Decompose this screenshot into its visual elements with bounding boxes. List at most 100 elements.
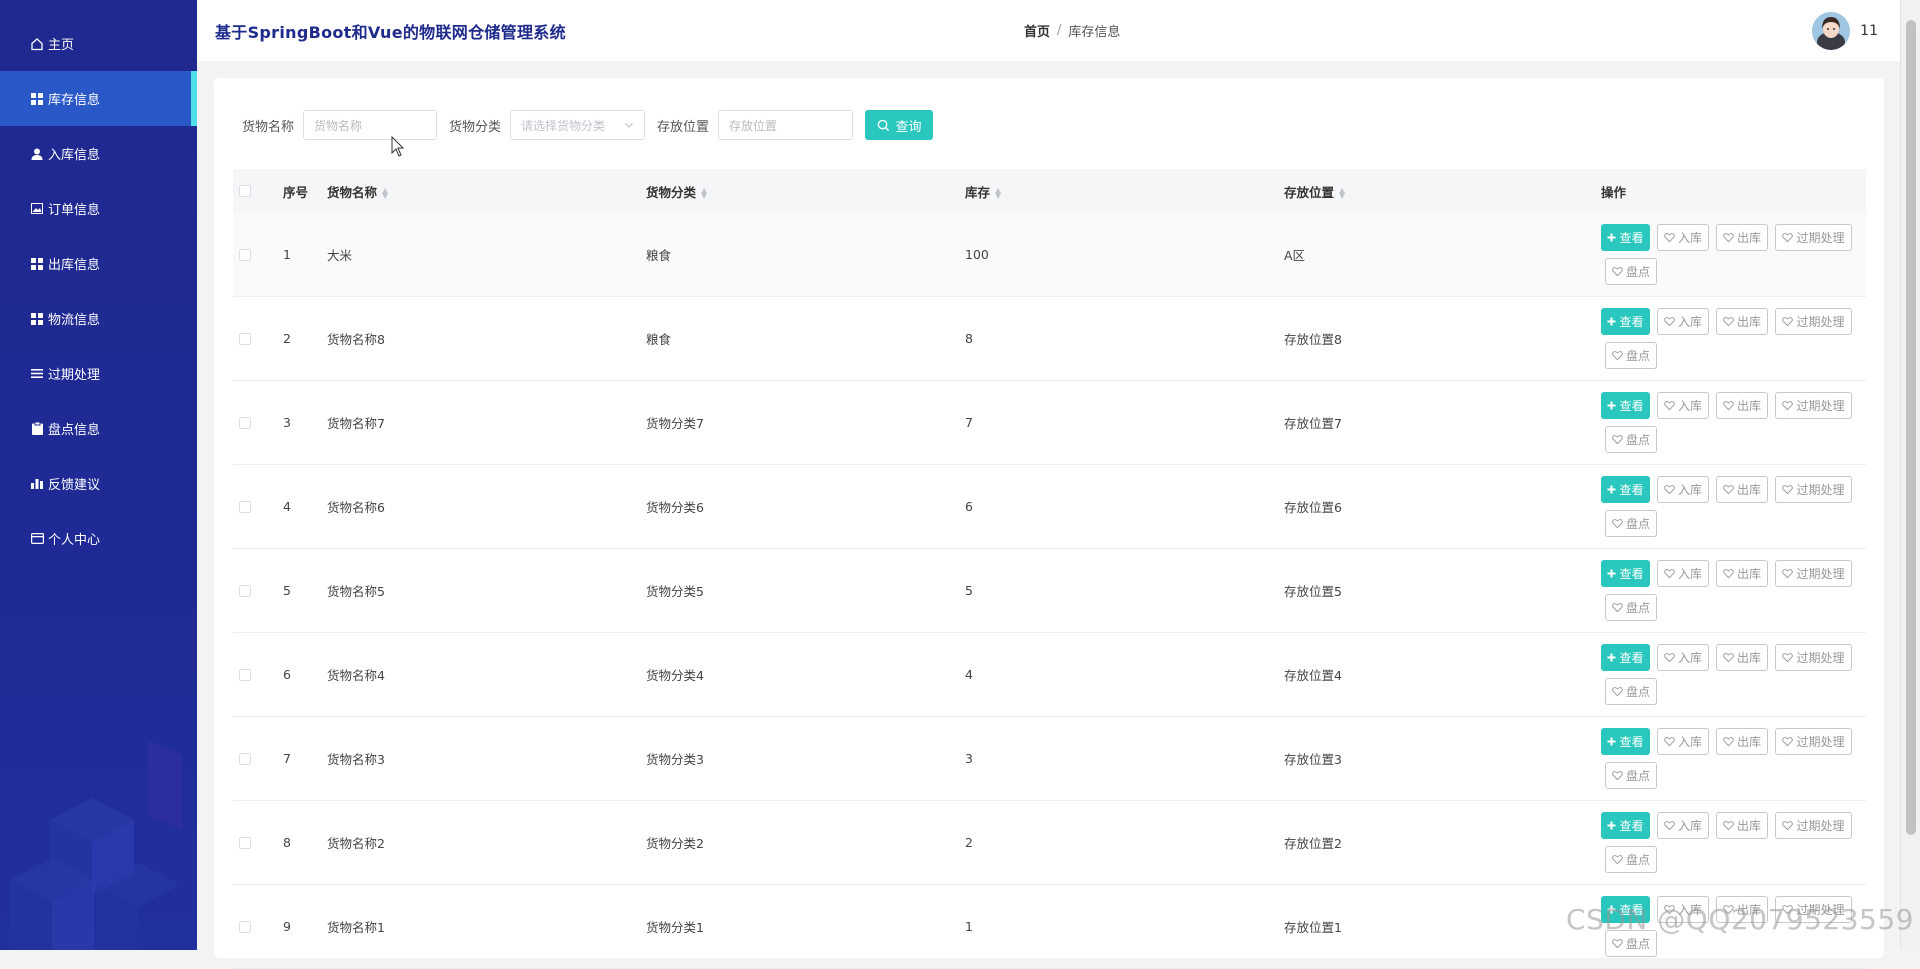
stock-in-button[interactable]: 入库 [1657,560,1709,587]
view-button[interactable]: 查看 [1601,812,1650,839]
header-name[interactable]: 货物名称▲▼ [327,182,646,201]
query-button[interactable]: 查询 [865,110,933,140]
view-button[interactable]: 查看 [1601,644,1650,671]
sort-icon[interactable]: ▲▼ [1339,188,1345,198]
user-menu[interactable]: 11 [1812,12,1878,50]
stock-out-button[interactable]: 出库 [1716,224,1768,251]
stock-in-button[interactable]: 入库 [1657,476,1709,503]
inventory-button[interactable]: 盘点 [1605,846,1657,873]
cell-index: 9 [283,919,327,934]
expire-button[interactable]: 过期处理 [1775,560,1852,587]
username[interactable]: 11 [1860,23,1878,39]
heart-icon [1612,770,1623,781]
sort-icon[interactable]: ▲▼ [382,188,388,198]
stock-out-button[interactable]: 出库 [1716,560,1768,587]
heart-icon [1664,568,1675,579]
name-input[interactable]: 货物名称 [303,110,437,140]
sidebar-item-3[interactable]: 订单信息 [0,181,197,236]
row-checkbox[interactable] [239,333,251,345]
row-checkbox[interactable] [239,417,251,429]
stock-out-button[interactable]: 出库 [1716,644,1768,671]
sidebar-item-0[interactable]: 主页 [0,16,197,71]
sidebar-item-8[interactable]: 反馈建议 [0,456,197,511]
view-button[interactable]: 查看 [1601,224,1650,251]
view-button[interactable]: 查看 [1601,476,1650,503]
inventory-button[interactable]: 盘点 [1605,510,1657,537]
inventory-table: 序号 货物名称▲▼ 货物分类▲▼ 库存▲▼ 存放位置▲▼ 操作 1大米粮食100… [233,169,1866,969]
view-button[interactable]: 查看 [1601,392,1650,419]
row-checkbox[interactable] [239,585,251,597]
sidebar-item-label: 反馈建议 [48,474,100,493]
sidebar-item-label: 物流信息 [48,309,100,328]
cell-index: 8 [283,835,327,850]
stock-in-button[interactable]: 入库 [1657,224,1709,251]
sidebar-item-1[interactable]: 库存信息 [0,71,197,126]
expire-button[interactable]: 过期处理 [1775,644,1852,671]
sidebar-menu: 主页库存信息入库信息订单信息出库信息物流信息过期处理盘点信息反馈建议个人中心 [0,16,197,566]
row-checkbox[interactable] [239,837,251,849]
sidebar-item-5[interactable]: 物流信息 [0,291,197,346]
inventory-button[interactable]: 盘点 [1605,258,1657,285]
expire-button[interactable]: 过期处理 [1775,392,1852,419]
inventory-button[interactable]: 盘点 [1605,594,1657,621]
view-button[interactable]: 查看 [1601,308,1650,335]
cell-index: 4 [283,499,327,514]
inventory-button[interactable]: 盘点 [1605,762,1657,789]
sort-icon[interactable]: ▲▼ [995,188,1001,198]
inventory-button[interactable]: 盘点 [1605,426,1657,453]
header-category[interactable]: 货物分类▲▼ [646,182,965,201]
avatar[interactable] [1812,12,1850,50]
stock-in-button[interactable]: 入库 [1657,812,1709,839]
cell-stock: 100 [965,247,1284,262]
row-checkbox[interactable] [239,921,251,933]
page-scrollbar[interactable] [1900,0,1920,950]
stock-out-button[interactable]: 出库 [1716,392,1768,419]
row-checkbox[interactable] [239,669,251,681]
sidebar-item-2[interactable]: 入库信息 [0,126,197,181]
sort-icon[interactable]: ▲▼ [701,188,707,198]
row-checkbox[interactable] [239,753,251,765]
cell-name: 货物名称2 [327,833,646,852]
cell-index: 5 [283,583,327,598]
stock-out-button[interactable]: 出库 [1716,476,1768,503]
card-icon [29,531,45,547]
location-input[interactable]: 存放位置 [718,110,853,140]
stock-in-button[interactable]: 入库 [1657,728,1709,755]
table-row: 3货物名称7货物分类77存放位置7查看入库出库过期处理盘点 [233,381,1866,465]
row-actions: 查看入库出库过期处理盘点 [1601,392,1866,453]
stock-in-button[interactable]: 入库 [1657,644,1709,671]
view-button[interactable]: 查看 [1601,560,1650,587]
category-select[interactable]: 请选择货物分类 [510,110,645,140]
stock-in-button[interactable]: 入库 [1657,308,1709,335]
sidebar-item-7[interactable]: 盘点信息 [0,401,197,456]
header-location[interactable]: 存放位置▲▼ [1284,182,1601,201]
heart-icon [1664,652,1675,663]
view-button[interactable]: 查看 [1601,728,1650,755]
breadcrumb-home[interactable]: 首页 [1024,21,1050,40]
scrollbar-thumb[interactable] [1906,20,1916,835]
cell-location: 存放位置1 [1284,917,1601,936]
cell-stock: 1 [965,919,1284,934]
sidebar-item-9[interactable]: 个人中心 [0,511,197,566]
stock-out-button[interactable]: 出库 [1716,812,1768,839]
inventory-button[interactable]: 盘点 [1605,342,1657,369]
cell-category: 货物分类6 [646,497,965,516]
expire-button[interactable]: 过期处理 [1775,476,1852,503]
row-checkbox[interactable] [239,501,251,513]
inventory-button[interactable]: 盘点 [1605,678,1657,705]
stock-out-button[interactable]: 出库 [1716,308,1768,335]
expire-button[interactable]: 过期处理 [1775,812,1852,839]
stock-in-button[interactable]: 入库 [1657,392,1709,419]
grid-icon [29,311,45,327]
expire-button[interactable]: 过期处理 [1775,308,1852,335]
sidebar-item-6[interactable]: 过期处理 [0,346,197,401]
expire-button[interactable]: 过期处理 [1775,224,1852,251]
row-checkbox[interactable] [239,249,251,261]
cell-location: 存放位置6 [1284,497,1601,516]
expire-button[interactable]: 过期处理 [1775,728,1852,755]
select-all-checkbox[interactable] [239,185,251,197]
header-stock[interactable]: 库存▲▼ [965,182,1284,201]
stock-out-button[interactable]: 出库 [1716,728,1768,755]
heart-icon [1612,854,1623,865]
sidebar-item-4[interactable]: 出库信息 [0,236,197,291]
